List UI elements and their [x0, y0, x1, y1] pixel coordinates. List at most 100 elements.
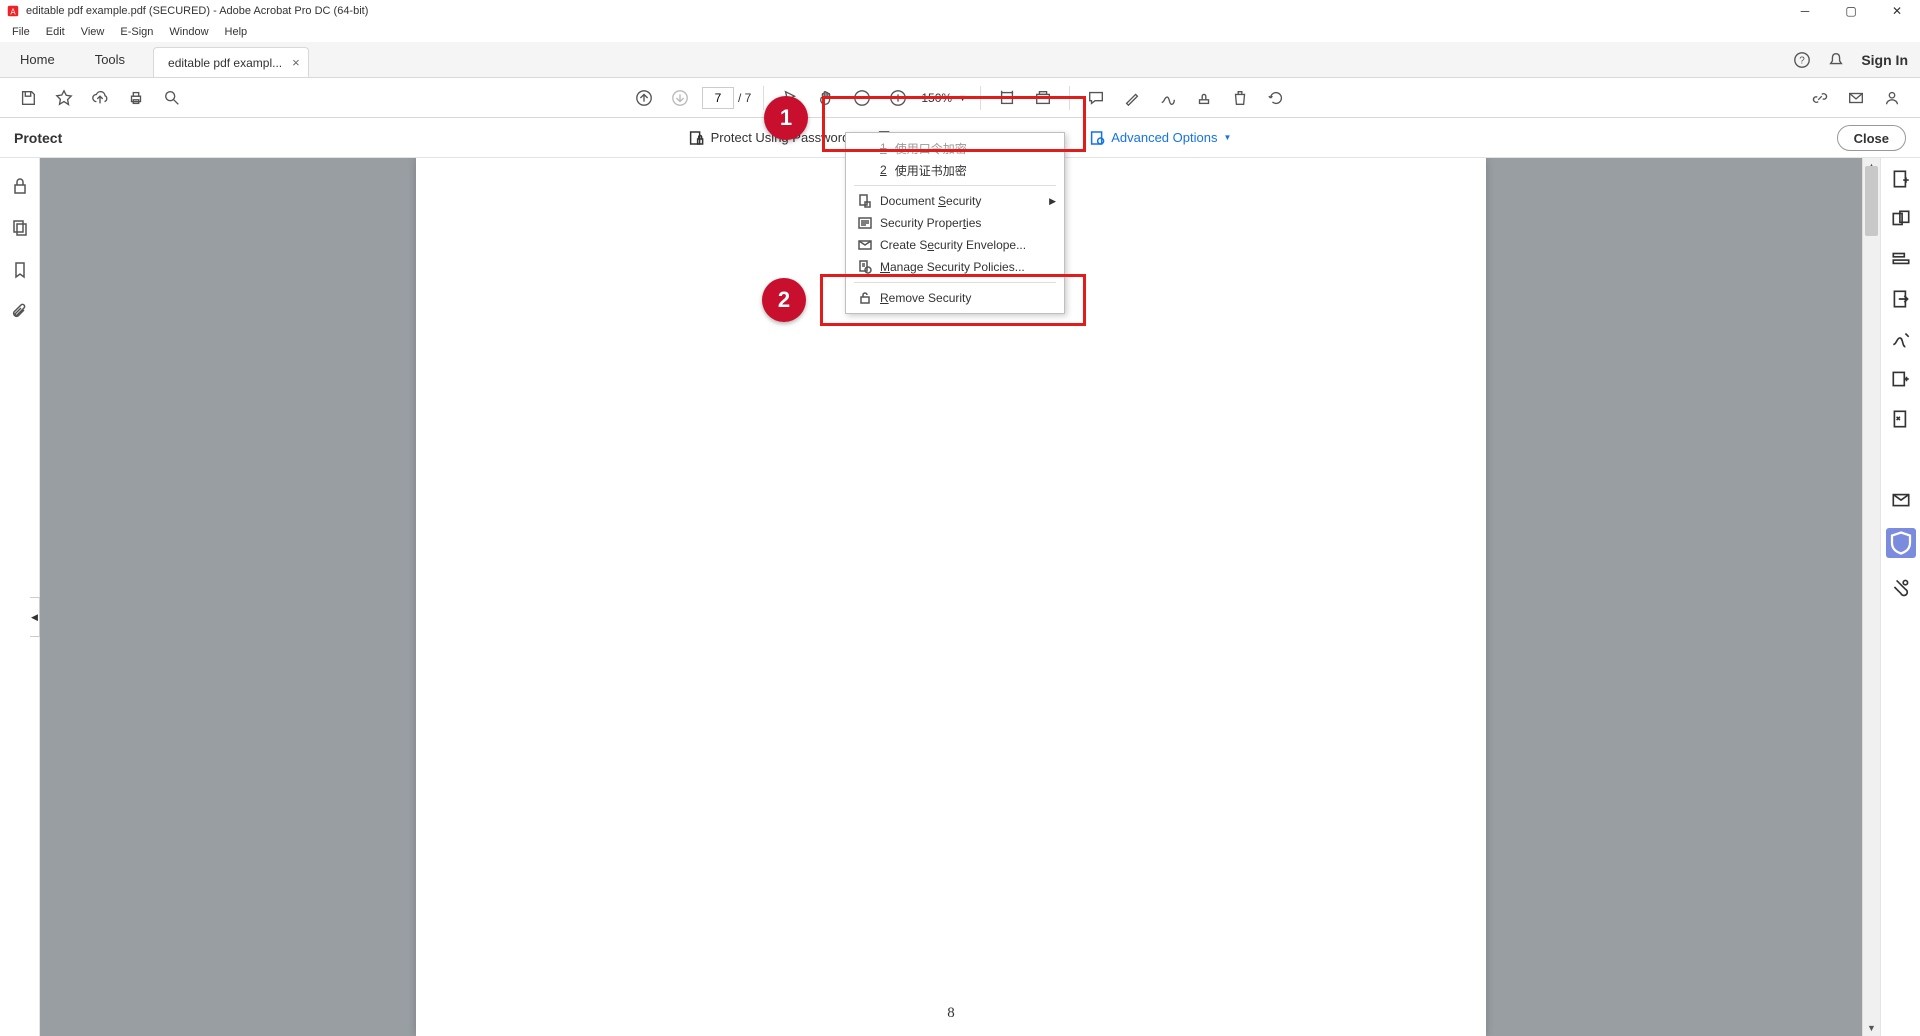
menu-edit[interactable]: Edit — [38, 24, 73, 40]
doc-security-icon — [858, 194, 872, 208]
menu-encrypt-cert[interactable]: 2 使用证书加密 — [846, 159, 1064, 181]
stamp-icon[interactable] — [1190, 84, 1218, 112]
fill-sign-icon[interactable] — [1890, 328, 1912, 350]
signin-button[interactable]: Sign In — [1861, 52, 1908, 68]
callout-2: 2 — [762, 278, 806, 322]
page-down-icon[interactable] — [666, 84, 694, 112]
sign-icon[interactable] — [1154, 84, 1182, 112]
menubar: File Edit View E-Sign Window Help — [0, 22, 1920, 42]
advanced-options-label: Advanced Options — [1111, 130, 1217, 145]
protect-title: Protect — [14, 130, 62, 146]
menu-security-properties[interactable]: Security Properties — [846, 212, 1064, 234]
attachments-icon[interactable] — [10, 302, 30, 322]
print-icon[interactable] — [122, 84, 150, 112]
help-icon[interactable]: ? — [1793, 51, 1811, 69]
read-mode-icon[interactable] — [1029, 84, 1057, 112]
app-icon: A — [6, 4, 20, 18]
create-pdf-icon[interactable] — [1890, 168, 1912, 190]
hand-tool-icon[interactable] — [812, 84, 840, 112]
menu-help[interactable]: Help — [217, 24, 256, 40]
comment-icon[interactable] — [1082, 84, 1110, 112]
submenu-arrow-icon: ▶ — [1049, 196, 1056, 207]
menu-separator — [854, 185, 1056, 186]
fit-width-icon[interactable] — [993, 84, 1021, 112]
lock-icon[interactable] — [10, 176, 30, 196]
export-pdf-icon[interactable] — [1890, 288, 1912, 310]
page-up-icon[interactable] — [630, 84, 658, 112]
share-icon[interactable] — [1890, 488, 1912, 510]
tab-document-label: editable pdf exampl... — [168, 56, 282, 70]
collapse-left-rail[interactable]: ◀ — [30, 597, 40, 637]
advanced-options-button[interactable]: Advanced Options ▼ — [1089, 130, 1231, 146]
account-icon[interactable] — [1878, 84, 1906, 112]
toolbar: / 7 150% ▼ — [0, 78, 1920, 118]
scroll-down-arrow[interactable]: ▼ — [1863, 1020, 1880, 1036]
save-icon[interactable] — [14, 84, 42, 112]
tabbar: Home Tools editable pdf exampl... × ? Si… — [0, 42, 1920, 78]
thumbnails-icon[interactable] — [10, 218, 30, 238]
menu-encrypt-password-num: 1 — [880, 141, 887, 155]
blank-icon — [858, 163, 872, 177]
compress-icon[interactable] — [1890, 408, 1912, 430]
policies-icon — [858, 260, 872, 274]
menu-document-security[interactable]: Document Security ▶ — [846, 190, 1064, 212]
protect-tool-icon[interactable] — [1886, 528, 1916, 558]
page-number-display: 8 — [947, 1005, 955, 1022]
share-link-icon[interactable] — [1806, 84, 1834, 112]
notifications-icon[interactable] — [1827, 51, 1845, 69]
menu-separator — [854, 282, 1056, 283]
menu-encrypt-password: 1 使用口令加密 — [846, 137, 1064, 159]
separator — [763, 86, 764, 110]
menu-create-envelope[interactable]: Create Security Envelope... — [846, 234, 1064, 256]
page-number-input[interactable] — [702, 87, 734, 109]
menu-encrypt-cert-label: 使用证书加密 — [895, 162, 967, 179]
edit-pdf-icon[interactable] — [1890, 248, 1912, 270]
close-protect-label: Close — [1854, 131, 1889, 146]
tab-home[interactable]: Home — [0, 41, 75, 77]
unlock-icon — [858, 291, 872, 305]
menu-window[interactable]: Window — [161, 24, 216, 40]
email-icon[interactable] — [1842, 84, 1870, 112]
close-window-button[interactable]: ✕ — [1874, 0, 1920, 22]
combine-icon[interactable] — [1890, 208, 1912, 230]
tab-close-icon[interactable]: × — [292, 55, 300, 70]
window-title: editable pdf example.pdf (SECURED) - Ado… — [26, 5, 368, 17]
zoom-out-icon[interactable] — [848, 84, 876, 112]
window-controls: ─ ▢ ✕ — [1782, 0, 1920, 22]
tab-document[interactable]: editable pdf exampl... × — [153, 47, 309, 77]
menu-esign[interactable]: E-Sign — [112, 24, 161, 40]
menu-view[interactable]: View — [73, 24, 113, 40]
maximize-button[interactable]: ▢ — [1828, 0, 1874, 22]
close-protect-button[interactable]: Close — [1837, 125, 1906, 151]
zoom-value: 150% — [921, 91, 952, 105]
star-icon[interactable] — [50, 84, 78, 112]
chevron-down-icon: ▼ — [958, 93, 967, 103]
scrollbar-thumb[interactable] — [1865, 166, 1878, 236]
titlebar: A editable pdf example.pdf (SECURED) - A… — [0, 0, 1920, 22]
advanced-icon — [1089, 130, 1105, 146]
minimize-button[interactable]: ─ — [1782, 0, 1828, 22]
chevron-down-icon: ▼ — [1223, 133, 1231, 142]
bookmark-icon[interactable] — [10, 260, 30, 280]
menu-encrypt-password-label: 使用口令加密 — [895, 140, 967, 157]
rotate-icon[interactable] — [1262, 84, 1290, 112]
tab-tools[interactable]: Tools — [75, 41, 145, 77]
vertical-scrollbar[interactable]: ▲ ▼ — [1862, 158, 1880, 1036]
menu-manage-policies[interactable]: Manage Security Policies... — [846, 256, 1064, 278]
send-comments-icon[interactable] — [1890, 448, 1912, 470]
zoom-dropdown[interactable]: 150% ▼ — [916, 88, 972, 108]
zoom-in-icon[interactable] — [884, 84, 912, 112]
more-tools-icon[interactable] — [1890, 576, 1912, 598]
cloud-upload-icon[interactable] — [86, 84, 114, 112]
left-nav-rail: ◀ — [0, 158, 40, 1036]
organize-icon[interactable] — [1890, 368, 1912, 390]
menu-remove-security[interactable]: Remove Security — [846, 287, 1064, 309]
highlight-icon[interactable] — [1118, 84, 1146, 112]
callout-1: 1 — [764, 96, 808, 140]
separator — [1069, 86, 1070, 110]
search-icon[interactable] — [158, 84, 186, 112]
svg-text:A: A — [10, 8, 16, 17]
menu-file[interactable]: File — [4, 24, 38, 40]
advanced-options-menu: 1 使用口令加密 2 使用证书加密 Document Security ▶ Se… — [845, 132, 1065, 314]
delete-icon[interactable] — [1226, 84, 1254, 112]
